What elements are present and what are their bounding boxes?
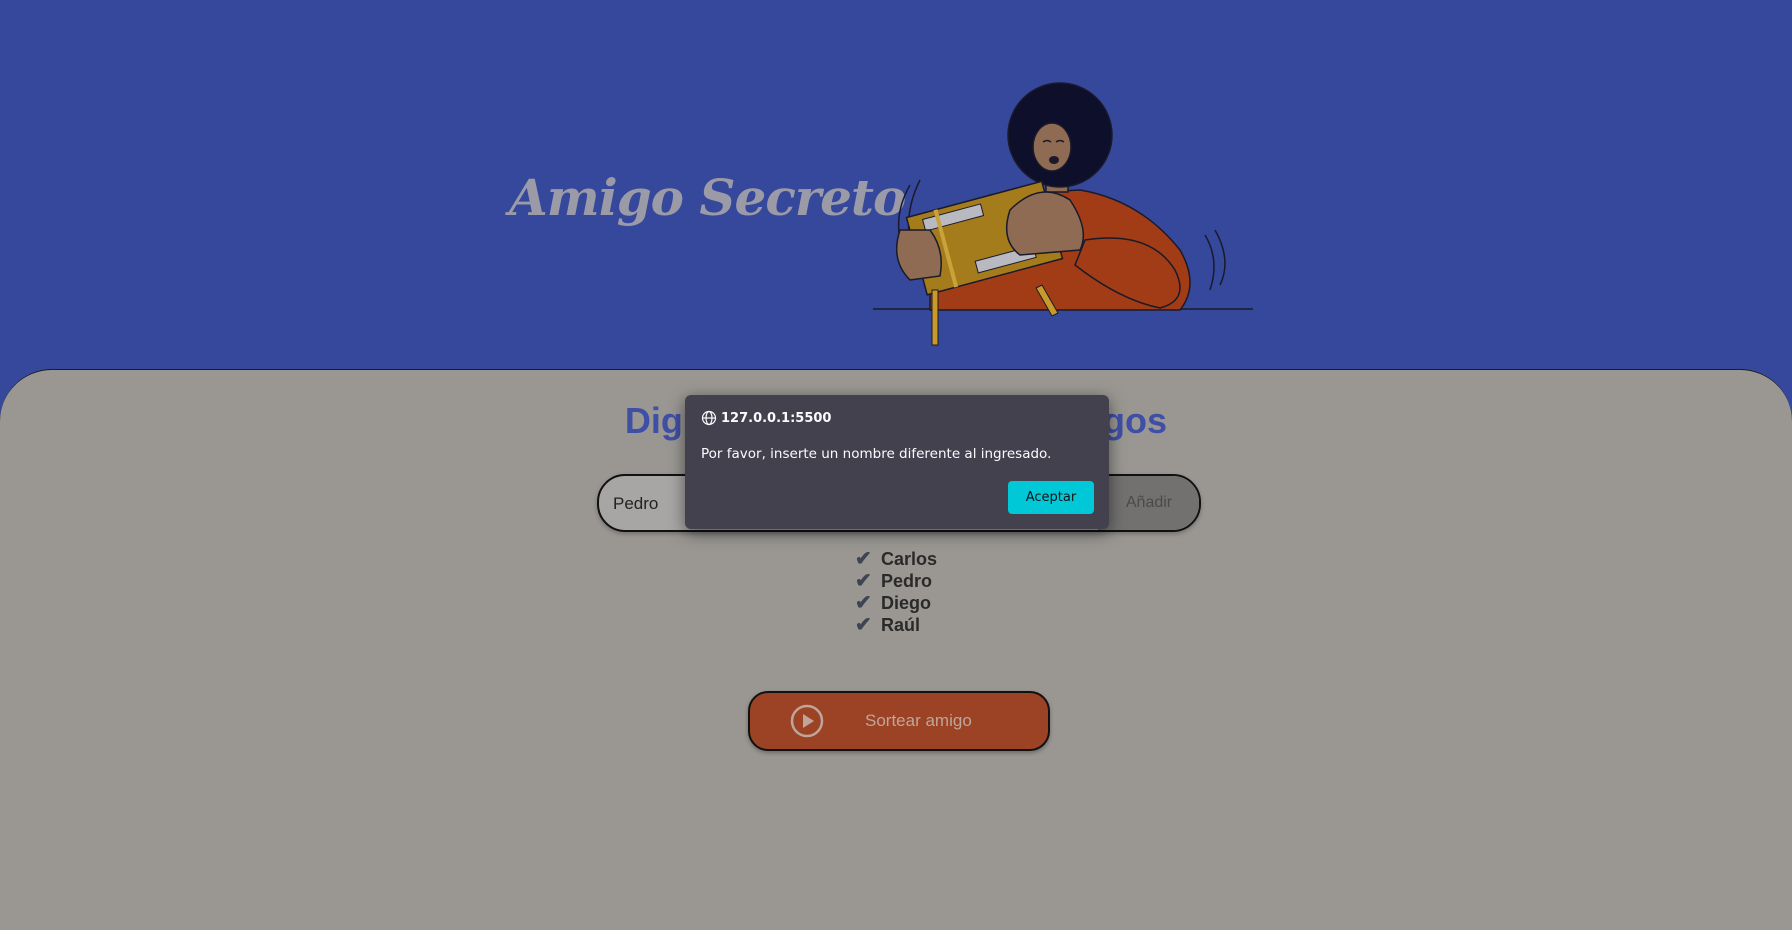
add-button[interactable]: Añadir	[1098, 476, 1199, 530]
friend-name: Diego	[881, 593, 932, 613]
friend-name: Pedro	[881, 571, 933, 591]
dialog-origin-text: 127.0.0.1:5500	[721, 410, 832, 426]
friends-list: ✔ Carlos ✔ Pedro ✔ Diego ✔ Raúl	[855, 548, 937, 636]
check-icon: ✔	[855, 570, 872, 592]
list-item: ✔ Raúl	[855, 614, 937, 636]
list-item: ✔ Diego	[855, 592, 937, 614]
play-circle-icon	[790, 704, 824, 738]
list-item: ✔ Pedro	[855, 570, 937, 592]
accept-button[interactable]: Aceptar	[1008, 481, 1094, 514]
person-shaking-gift-illustration	[873, 82, 1253, 346]
check-icon: ✔	[855, 548, 872, 570]
app-title: Amigo Secreto	[509, 168, 906, 227]
dialog-origin: 127.0.0.1:5500	[701, 410, 831, 426]
check-icon: ✔	[855, 614, 872, 636]
alert-dialog: 127.0.0.1:5500 Por favor, inserte un nom…	[685, 395, 1109, 529]
list-item: ✔ Carlos	[855, 548, 937, 570]
friend-name: Raúl	[881, 615, 921, 635]
header-banner: Amigo Secreto	[0, 0, 1792, 370]
draw-button-label: Sortear amigo	[865, 711, 972, 730]
globe-icon	[701, 410, 717, 426]
friend-name: Carlos	[881, 549, 938, 569]
check-icon: ✔	[855, 592, 872, 614]
draw-friend-button[interactable]: Sortear amigo	[748, 691, 1050, 751]
dialog-message: Por favor, inserte un nombre diferente a…	[701, 446, 1052, 462]
